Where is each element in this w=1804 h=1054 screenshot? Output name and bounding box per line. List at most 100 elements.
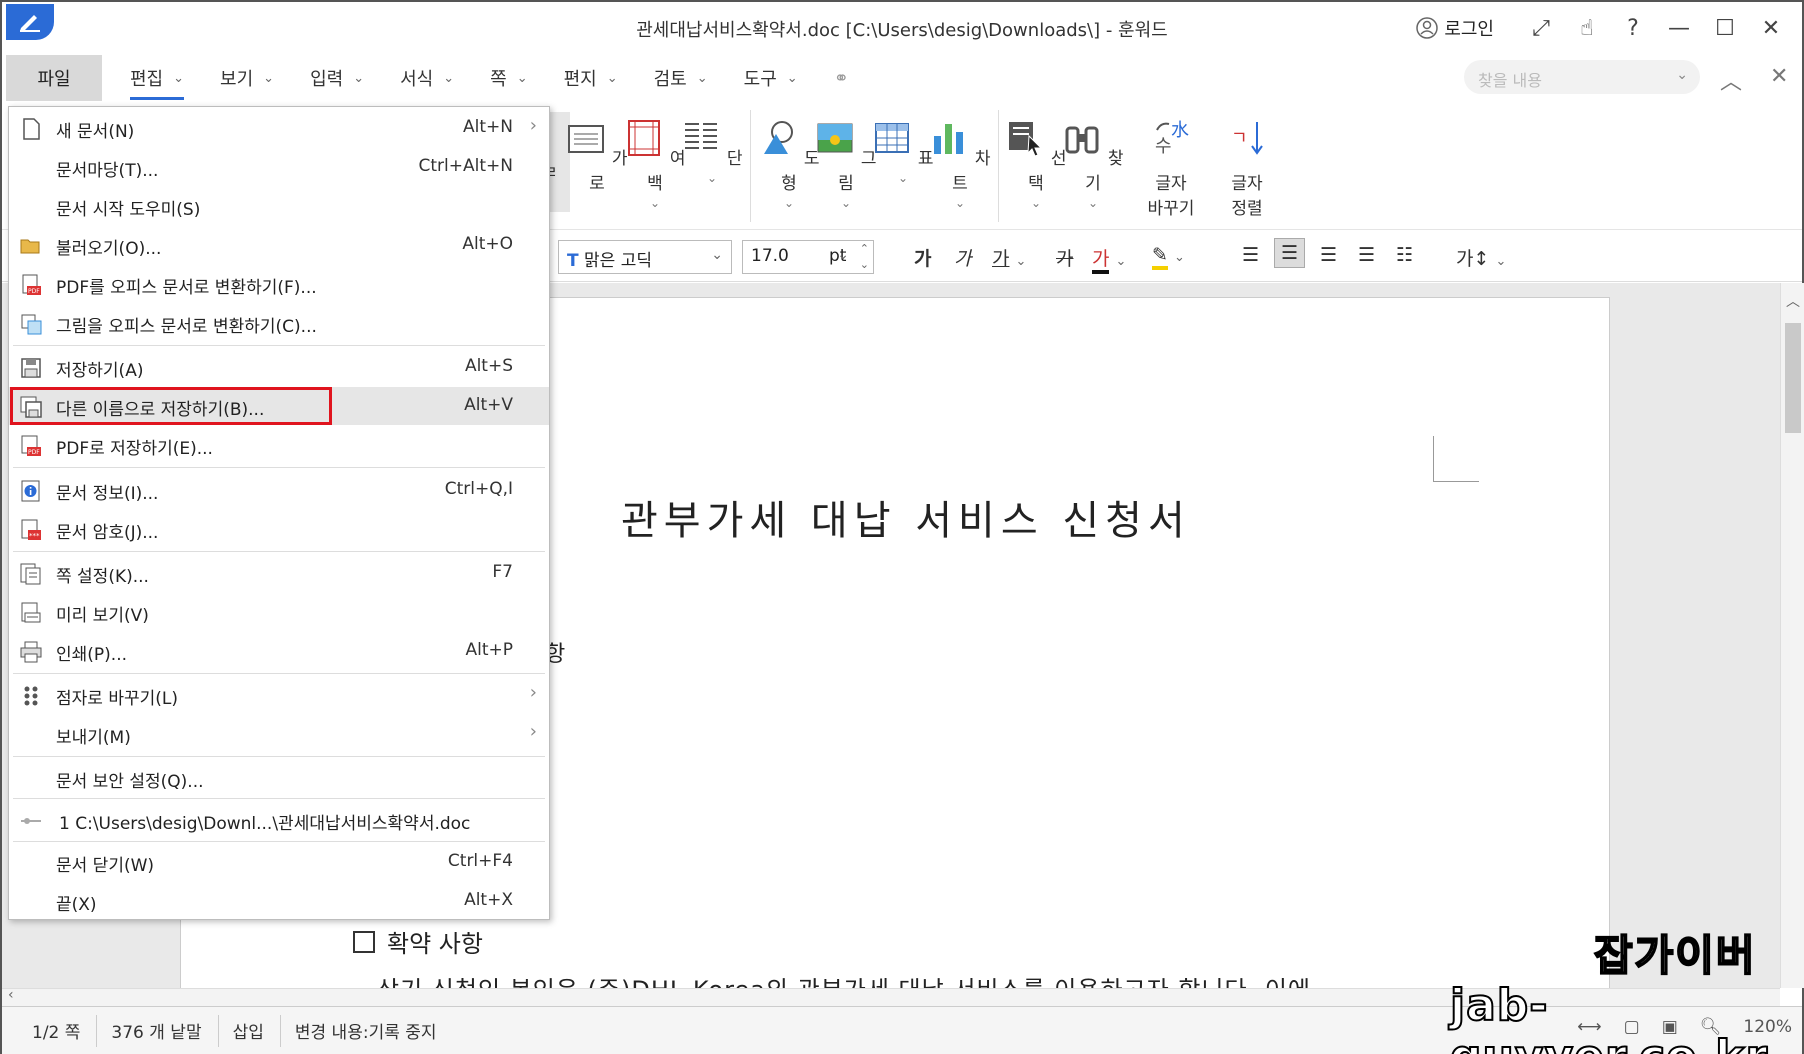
file-menu-braille[interactable]: 점자로 바꾸기(L) › — [9, 676, 549, 714]
ribbon-sort-button[interactable]: ㄱ 글자 정렬 — [1216, 118, 1278, 219]
menu-mail[interactable]: 편지 ⌄ — [564, 65, 618, 91]
align-distribute-icon[interactable]: ☷ — [1396, 244, 1413, 266]
close-ribbon-icon[interactable]: ✕ — [1770, 64, 1788, 89]
scroll-thumb[interactable] — [1785, 323, 1801, 433]
file-menu-preview[interactable]: 미리 보기(V) — [9, 593, 549, 631]
ribbon-shape-button[interactable]: 도형 ⌄ — [758, 118, 820, 210]
file-menu-save-pdf[interactable]: PDF PDF로 저장하기(E)... — [9, 426, 549, 464]
chevron-down-icon[interactable]: ⌄ — [681, 171, 743, 185]
chevron-down-icon[interactable]: ⌄ — [872, 171, 934, 185]
file-menu-security[interactable]: 문서 보안 설정(Q)... — [9, 759, 549, 797]
chevron-down-icon[interactable]: ⌄ — [624, 196, 686, 210]
strike-button[interactable]: 가 — [1056, 244, 1073, 271]
ribbon-select-button[interactable]: 선택 ⌄ — [1005, 118, 1067, 210]
ribbon-margin-button[interactable]: 여백 ⌄ — [624, 118, 686, 210]
file-menu-open[interactable]: 불러오기(O)... Alt+O — [9, 226, 549, 264]
ribbon-chart-button[interactable]: 차트 ⌄ — [929, 118, 991, 210]
highlight-button[interactable]: ✎ ⌄ — [1152, 244, 1185, 270]
menu-file[interactable]: 파일 — [6, 55, 102, 101]
file-menu-send[interactable]: 보내기(M) › — [9, 715, 549, 753]
chevron-down-icon[interactable]: ⌄ — [1062, 196, 1124, 210]
new-document-icon — [23, 118, 40, 140]
fullscreen-icon[interactable]: ⤢ — [1518, 10, 1564, 46]
chevron-down-icon[interactable]: ⌄ — [929, 196, 991, 210]
highlighter-icon: ✎ — [1152, 244, 1168, 270]
file-menu-new[interactable]: 새 문서(N) Alt+N › — [9, 109, 549, 147]
file-menu-recent-1[interactable]: 1 C:\Users\desig\Downl...\관세대납서비스확약서.doc — [9, 801, 549, 839]
hand-pointer-icon[interactable]: ☝ — [1564, 10, 1610, 46]
menu-view-label: 보기 — [220, 69, 254, 90]
file-menu-close-doc-label: 문서 닫기(W) — [56, 856, 155, 876]
scroll-left-icon[interactable]: ‹ — [8, 987, 14, 1003]
file-menu-start-wizard[interactable]: 문서 시작 도우미(S) — [9, 187, 549, 225]
file-menu-doc-info-shortcut: Ctrl+Q,I — [444, 479, 513, 499]
file-menu-doc-info[interactable]: 문서 정보(I)... Ctrl+Q,I — [9, 471, 549, 509]
chevron-down-icon[interactable]: ⌄ — [1676, 67, 1688, 83]
underline-button[interactable]: 가 ⌄ — [992, 244, 1026, 271]
ribbon-find-button[interactable]: 찾기 ⌄ — [1062, 118, 1124, 210]
status-track-changes[interactable]: 변경 내용:기록 중지 — [281, 1015, 453, 1047]
menu-tools[interactable]: 도구 ⌄ — [744, 65, 798, 91]
ribbon-replace-button[interactable]: 수水 글자 바꾸기 — [1138, 118, 1204, 219]
login-button[interactable]: 로그인 — [1416, 15, 1494, 41]
chevron-down-icon[interactable]: ⌄ — [1005, 196, 1067, 210]
ribbon-columns-button[interactable]: 단 ⌄ — [681, 118, 743, 185]
italic-button[interactable]: 가 — [954, 244, 971, 271]
image-convert-icon — [21, 314, 42, 335]
collapse-ribbon-icon[interactable]: ︿ — [1720, 64, 1742, 96]
file-menu-exit[interactable]: 끝(X) Alt+X — [9, 882, 549, 920]
watermark-title: 잡가이버 — [1593, 930, 1757, 981]
braille-icon — [24, 686, 38, 706]
font-select[interactable]: T 맑은 고딕 ⌄ — [558, 240, 732, 274]
file-menu-save-pdf-label: PDF로 저장하기(E)... — [56, 439, 213, 459]
menu-insert[interactable]: 입력 ⌄ — [310, 65, 364, 91]
file-menu-print[interactable]: 인쇄(P)... Alt+P — [9, 632, 549, 670]
watermark-url: jab-guyver.co.kr — [1449, 979, 1768, 1054]
help-icon[interactable]: ? — [1610, 10, 1656, 46]
menu-format[interactable]: 서식 ⌄ — [400, 65, 454, 91]
file-menu-doc-password-label: 문서 암호(J)... — [56, 523, 159, 543]
chevron-down-icon: ⌄ — [786, 70, 798, 86]
close-button[interactable]: ✕ — [1748, 10, 1794, 46]
find-input[interactable]: 찾을 내용 ⌄ — [1464, 60, 1700, 94]
size-stepper[interactable]: ⌃ ⌄ — [860, 241, 869, 273]
file-menu-image-convert[interactable]: 그림을 오피스 문서로 변환하기(C)... — [9, 304, 549, 342]
file-menu-save-label: 저장하기(A) — [56, 361, 144, 381]
file-menu-doc-password[interactable]: *** 문서 암호(J)... — [9, 510, 549, 548]
ribbon-landscape-button[interactable]: 가로 — [566, 118, 628, 194]
file-menu-close-doc[interactable]: 문서 닫기(W) Ctrl+F4 — [9, 843, 549, 881]
share-icon[interactable]: ⚭ — [834, 68, 849, 89]
menu-page[interactable]: 쪽 ⌄ — [490, 65, 527, 91]
font-size-select[interactable]: 17.0 pt ⌄ ⌃ ⌄ — [742, 240, 874, 274]
status-word-count[interactable]: 376 개 낱말 — [97, 1014, 219, 1047]
columns-icon — [685, 123, 718, 149]
vertical-scrollbar[interactable]: ︿ — [1780, 283, 1804, 988]
chevron-down-icon[interactable]: ⌄ — [758, 196, 820, 210]
menu-edit[interactable]: 편집 ⌄ — [130, 56, 185, 100]
align-right-icon[interactable]: ☰ — [1320, 244, 1337, 266]
chevron-down-icon[interactable]: ⌄ — [815, 196, 877, 210]
chevron-down-icon: ⌄ — [173, 70, 185, 86]
ribbon-table-button[interactable]: 표 ⌄ — [872, 118, 934, 185]
align-center-icon[interactable]: ☰ — [1274, 238, 1306, 268]
status-page[interactable]: 1/2 쪽 — [2, 1014, 98, 1047]
line-spacing-button[interactable]: 가↕ ⌄ — [1456, 244, 1506, 271]
file-menu-pdf-convert[interactable]: PDF PDF를 오피스 문서로 변환하기(F)... — [9, 265, 549, 303]
font-size-value: 17.0 — [751, 246, 789, 266]
maximize-button[interactable]: ☐ — [1702, 10, 1748, 46]
menu-view[interactable]: 보기 ⌄ — [220, 65, 274, 91]
align-justify-icon[interactable]: ☰ — [1358, 244, 1375, 266]
file-menu-templates[interactable]: 문서마당(T)... Ctrl+Alt+N — [9, 148, 549, 186]
menu-review[interactable]: 검토 ⌄ — [654, 65, 708, 91]
minimize-button[interactable]: — — [1656, 10, 1702, 46]
margin-icon — [628, 120, 661, 156]
bold-button[interactable]: 가 — [914, 244, 931, 271]
folder-open-icon — [20, 239, 40, 254]
file-menu-page-setup[interactable]: 쪽 설정(K)... F7 — [9, 554, 549, 592]
font-color-button[interactable]: 가 ⌄ — [1092, 244, 1126, 274]
status-mode[interactable]: 삽입 — [219, 1014, 281, 1047]
align-left-icon[interactable]: ☰ — [1242, 244, 1259, 266]
file-menu-save[interactable]: 저장하기(A) Alt+S — [9, 348, 549, 386]
ribbon-picture-button[interactable]: 그림 ⌄ — [815, 118, 877, 210]
scroll-up-icon[interactable]: ︿ — [1786, 291, 1800, 311]
